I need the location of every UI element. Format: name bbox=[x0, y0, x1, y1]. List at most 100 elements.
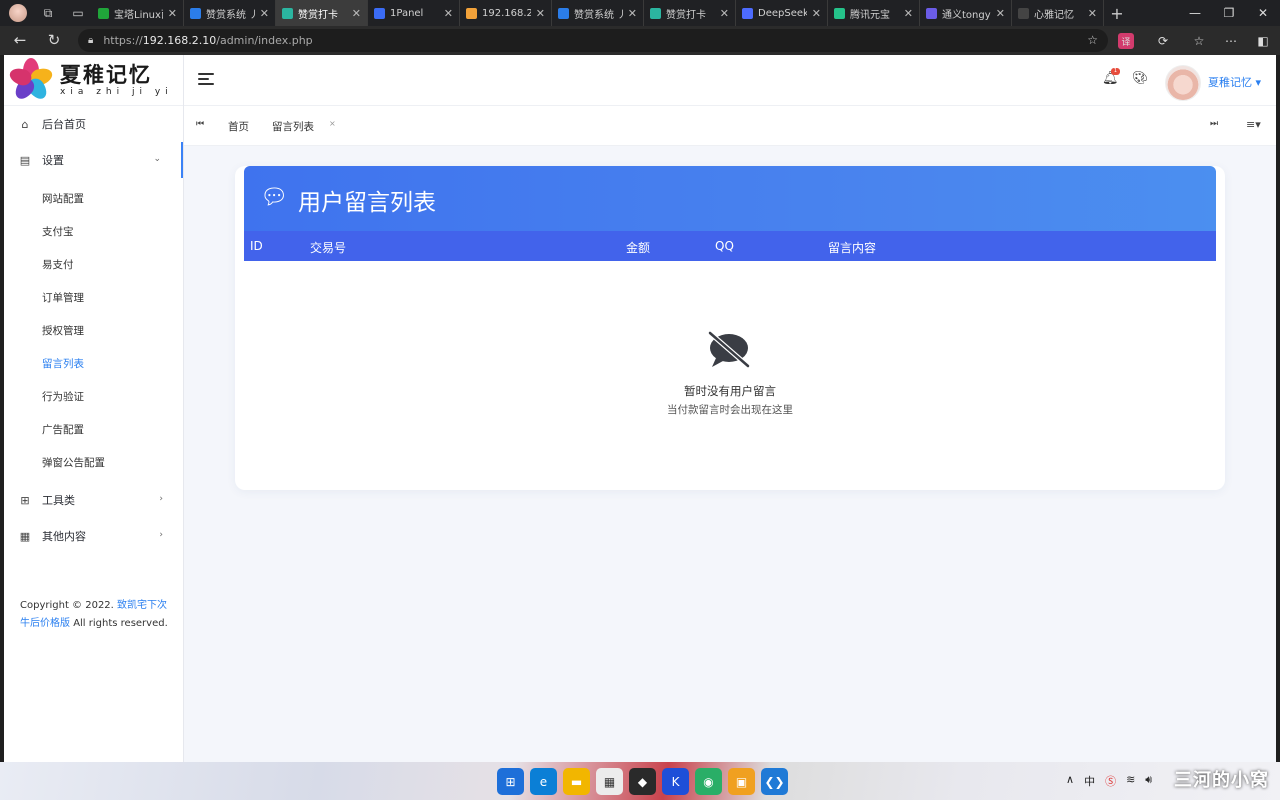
browser-tab[interactable]: DeepSeek ✕ bbox=[736, 0, 828, 26]
tab-title: 心雅记忆 bbox=[1034, 9, 1074, 21]
input-method-icon[interactable]: Ⓢ bbox=[1105, 773, 1116, 789]
column-header-id: ID bbox=[250, 239, 263, 253]
sidebar-item-dashboard[interactable]: ⌂ 后台首页 bbox=[4, 106, 183, 142]
scroll-last-icon[interactable]: ⏭ bbox=[1210, 119, 1218, 129]
tab-close-icon[interactable]: ✕ bbox=[536, 7, 545, 20]
store-icon[interactable]: ▦ bbox=[596, 768, 623, 795]
sidebar-item-label: 后台首页 bbox=[42, 118, 86, 131]
brand-logo[interactable]: 夏稚记忆 xia zhi ji yi bbox=[4, 55, 183, 106]
more-icon[interactable]: ⋯ bbox=[1220, 30, 1242, 52]
tab-title: 赞赏系统 丿 bbox=[574, 9, 623, 21]
folder-icon[interactable]: ▬ bbox=[563, 768, 590, 795]
volume-icon[interactable]: 🔊︎ bbox=[1145, 773, 1152, 789]
tab-favicon-icon bbox=[650, 7, 661, 19]
tab-close-icon[interactable]: ✕ bbox=[996, 7, 1005, 20]
lock-icon: 🔒︎ bbox=[88, 35, 94, 46]
address-toolbar: ← ↻ 🔒︎ https://192.168.2.10/admin/index.… bbox=[0, 26, 1280, 55]
scroll-first-icon[interactable]: ⏮ bbox=[196, 119, 204, 129]
brand-title: 夏稚记忆 bbox=[60, 61, 152, 87]
column-header-trade-no: 交易号 bbox=[310, 241, 347, 255]
tab-close-icon[interactable]: × bbox=[329, 119, 336, 128]
sidebar-subitem[interactable]: 弹窗公告配置 bbox=[4, 446, 183, 479]
sidebar-subitem[interactable]: 留言列表 bbox=[4, 347, 183, 380]
browser-tab[interactable]: 通义tongyi ✕ bbox=[920, 0, 1012, 26]
tab-close-icon[interactable]: ✕ bbox=[444, 7, 453, 20]
list-icon: ▦ bbox=[19, 529, 31, 543]
sync-icon[interactable]: ⟳ bbox=[1152, 30, 1174, 52]
chevron-down-icon: ⌄ bbox=[153, 154, 161, 164]
palette-icon[interactable]: 🎨︎ bbox=[1132, 71, 1149, 86]
wechat-icon[interactable]: ◉ bbox=[695, 768, 722, 795]
refresh-icon[interactable]: ↻ bbox=[38, 26, 70, 54]
tab-home[interactable]: 首页 bbox=[228, 119, 249, 134]
taskbar-apps: ⊞ e ▬ ▦ ◆ K ◉ ▣ ❮❯ bbox=[497, 768, 788, 795]
avatar[interactable] bbox=[1165, 65, 1201, 101]
tab-close-icon[interactable]: ✕ bbox=[720, 7, 729, 20]
empty-subtitle: 当付款留言时会出现在这里 bbox=[667, 404, 793, 416]
browser-tab[interactable]: 腾讯元宝 ✕ bbox=[828, 0, 920, 26]
wifi-icon[interactable]: ≋ bbox=[1126, 773, 1135, 789]
tab-title: 腾讯元宝 bbox=[850, 9, 890, 21]
ide-icon[interactable]: ◆ bbox=[629, 768, 656, 795]
tab-favicon-icon bbox=[1018, 7, 1029, 19]
new-tab-button[interactable]: + bbox=[1104, 0, 1130, 26]
minimize-icon[interactable]: — bbox=[1178, 0, 1212, 26]
tab-close-icon[interactable]: ✕ bbox=[904, 7, 913, 20]
sidebar-toggle-icon[interactable]: ◧ bbox=[1252, 30, 1274, 52]
browser-tab[interactable]: 赞赏打卡 ✕ bbox=[644, 0, 736, 26]
tab-close-icon[interactable]: ✕ bbox=[628, 7, 637, 20]
system-tray: ∧ 中 Ⓢ ≋ 🔊︎ bbox=[1066, 773, 1152, 789]
sidebar-subitem[interactable]: 易支付 bbox=[4, 248, 183, 281]
remote-icon[interactable]: ▣ bbox=[728, 768, 755, 795]
url-host: 192.168.2.10 bbox=[142, 34, 217, 47]
user-menu[interactable]: 夏稚记忆 ▾ bbox=[1208, 74, 1261, 90]
browser-tab[interactable]: 1Panel ✕ bbox=[368, 0, 460, 26]
sidebar-subitem[interactable]: 网站配置 bbox=[4, 182, 183, 215]
url-field[interactable]: 🔒︎ https://192.168.2.10/admin/index.php … bbox=[78, 29, 1108, 52]
tab-message-list[interactable]: 留言列表 bbox=[272, 119, 314, 134]
start-icon[interactable]: ⊞ bbox=[497, 768, 524, 795]
tab-actions-icon[interactable]: ▭ bbox=[64, 1, 92, 25]
tab-close-icon[interactable]: ✕ bbox=[352, 7, 361, 20]
browser-tab[interactable]: 赞赏系统 丿 ✕ bbox=[184, 0, 276, 26]
tab-close-icon[interactable]: ✕ bbox=[812, 7, 821, 20]
favorites-icon[interactable]: ☆ bbox=[1188, 30, 1210, 52]
browser-tab[interactable]: 心雅记忆 ✕ bbox=[1012, 0, 1104, 26]
sidebar-subitem[interactable]: 授权管理 bbox=[4, 314, 183, 347]
table-header: ID 交易号 金额 QQ 留言内容 bbox=[244, 231, 1216, 261]
tab-list: 宝塔Linux面 ✕ 赞赏系统 丿 ✕ 赞赏打卡 ✕ 1Panel ✕ 192.168.2.1 ✕… bbox=[92, 0, 1104, 26]
browser-tab[interactable]: 赞赏系统 丿 ✕ bbox=[552, 0, 644, 26]
menu-toggle-icon[interactable] bbox=[198, 73, 214, 87]
browser-tab[interactable]: 赞赏打卡 ✕ bbox=[276, 0, 368, 26]
restore-icon[interactable]: ❐ bbox=[1212, 0, 1246, 26]
vscode-icon[interactable]: ❮❯ bbox=[761, 768, 788, 795]
workspaces-icon[interactable]: ⧉ bbox=[34, 1, 62, 25]
notification-badge: 1 bbox=[1111, 68, 1120, 75]
extension-icon[interactable]: 译 bbox=[1118, 33, 1134, 49]
sidebar-subitem[interactable]: 支付宝 bbox=[4, 215, 183, 248]
watermark: 三河的小窝 bbox=[1174, 770, 1269, 791]
sidebar-item-other[interactable]: ▦ 其他内容 › bbox=[4, 518, 183, 554]
sidebar-subitem[interactable]: 订单管理 bbox=[4, 281, 183, 314]
edge-icon[interactable]: e bbox=[530, 768, 557, 795]
favorite-star-icon[interactable]: ☆ bbox=[1087, 33, 1098, 47]
k-app-icon[interactable]: K bbox=[662, 768, 689, 795]
back-icon[interactable]: ← bbox=[4, 26, 36, 54]
tab-close-icon[interactable]: ✕ bbox=[168, 7, 177, 20]
sidebar-subitem[interactable]: 广告配置 bbox=[4, 413, 183, 446]
profile-icon[interactable] bbox=[4, 1, 32, 25]
sidebar-item-tools[interactable]: ⊞ 工具类 › bbox=[4, 482, 183, 518]
tab-close-icon[interactable]: ✕ bbox=[1088, 7, 1097, 20]
sidebar-item-settings[interactable]: ▤ 设置 ⌄ bbox=[4, 142, 183, 178]
tab-favicon-icon bbox=[558, 7, 569, 19]
close-window-icon[interactable]: ✕ bbox=[1246, 0, 1280, 26]
ime-indicator[interactable]: 中 bbox=[1084, 773, 1095, 789]
tray-expand-icon[interactable]: ∧ bbox=[1066, 773, 1074, 789]
copyright-suffix: All rights reserved. bbox=[73, 618, 168, 629]
tab-close-icon[interactable]: ✕ bbox=[260, 7, 269, 20]
tab-title: 赞赏打卡 bbox=[666, 9, 706, 21]
browser-tab[interactable]: 宝塔Linux面 ✕ bbox=[92, 0, 184, 26]
tab-menu-icon[interactable]: ≡▾ bbox=[1246, 118, 1261, 131]
browser-tab[interactable]: 192.168.2.1 ✕ bbox=[460, 0, 552, 26]
bell-icon[interactable]: 🔔︎ 1 bbox=[1102, 68, 1120, 86]
